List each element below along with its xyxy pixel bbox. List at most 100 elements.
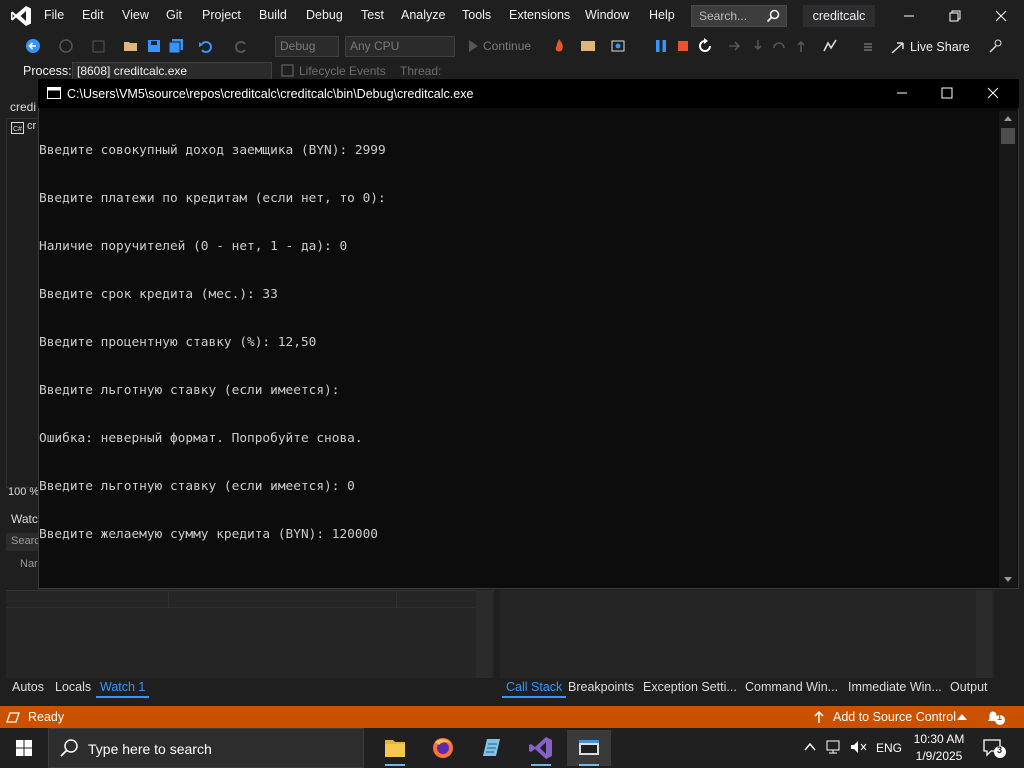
console-app-icon [47,87,61,99]
minimize-icon [904,15,914,17]
menu-extensions[interactable]: Extensions [509,8,570,24]
taskbar-notepad[interactable] [469,730,513,766]
configuration-combo[interactable]: Debug [275,36,339,57]
tab-call-stack[interactable]: Call Stack [502,680,567,698]
tab-locals[interactable]: Locals [55,680,91,694]
taskbar-visual-studio[interactable] [519,730,563,766]
console-minimize-button[interactable] [884,81,920,105]
watch-search-input[interactable]: Searc [6,533,40,551]
menu-tools[interactable]: Tools [462,8,491,24]
zoom-level[interactable]: 100 % [8,486,39,498]
console-line: Введите желаемую сумму кредита (BYN): 12… [39,527,378,542]
toolbar-options-icon[interactable] [860,38,876,54]
console-close-button[interactable] [975,81,1011,105]
break-all-icon[interactable] [653,38,669,54]
continue-play-icon[interactable] [465,38,481,54]
navigate-forward-icon[interactable] [58,38,74,54]
search-input[interactable]: Search... [691,5,787,27]
new-project-icon[interactable] [91,38,107,54]
diagnostic-tools-icon[interactable] [822,38,838,54]
live-share-icon[interactable] [890,40,906,56]
menu-test[interactable]: Test [361,8,384,24]
console-scrollbar[interactable] [999,111,1017,587]
minimize-button[interactable] [891,4,927,28]
console-line: Введите совокупный доход заемщика (BYN):… [39,143,386,158]
chevron-up-icon[interactable] [803,740,817,754]
tab-command-window[interactable]: Command Win... [745,680,838,694]
tab-watch-1[interactable]: Watch 1 [96,680,150,698]
menu-git[interactable]: Git [166,8,182,24]
menu-file[interactable]: File [44,8,64,24]
notifications-bell-button[interactable]: 1 [985,709,1007,725]
browse-icon[interactable] [580,38,596,54]
solution-name-badge[interactable]: creditcalc [803,5,875,27]
save-icon[interactable] [146,38,162,54]
save-all-icon[interactable] [168,38,184,54]
watch-name-column-header[interactable]: Nar [20,558,38,570]
taskbar-search-placeholder: Type here to search [88,741,212,757]
lifecycle-events-button[interactable]: Lifecycle Events [299,64,386,78]
watch-scrollbar[interactable] [476,590,492,678]
menu-project[interactable]: Project [202,8,241,24]
show-next-statement-icon[interactable] [727,38,743,54]
console-output[interactable]: Введите совокупный доход заемщика (BYN):… [39,111,997,559]
menu-build[interactable]: Build [259,8,287,24]
lifecycle-events-icon [281,64,294,77]
stop-debugging-icon[interactable] [675,38,691,54]
taskbar-firefox[interactable] [421,730,465,766]
console-line: Введите платежи по кредитам (если нет, т… [39,191,386,206]
add-to-source-control-button[interactable]: Add to Source Control [833,710,956,724]
call-stack-scrollbar[interactable] [976,590,992,678]
step-out-icon[interactable] [793,38,809,54]
hot-reload-icon[interactable] [551,38,567,54]
taskbar-console-host[interactable] [567,730,611,766]
editor-file-tab[interactable]: cr [27,120,36,132]
console-line: Наличие поручителей (0 - нет, 1 - да): 0 [39,239,348,254]
start-button[interactable] [0,728,48,768]
console-line: Введите срок кредита (мес.): 33 [39,287,278,302]
call-stack-grid[interactable] [500,590,994,678]
menu-debug[interactable]: Debug [306,8,343,24]
action-center-button[interactable]: 3 [982,737,1008,759]
chevron-up-icon [957,714,967,720]
menu-edit[interactable]: Edit [82,8,104,24]
tab-immediate-window[interactable]: Immediate Win... [848,680,942,694]
tab-breakpoints[interactable]: Breakpoints [568,680,634,694]
process-combo[interactable]: [8608] creditcalc.exe [72,62,272,80]
code-editor[interactable] [6,118,40,488]
input-language[interactable]: ENG [876,741,902,755]
menu-help[interactable]: Help [649,8,675,24]
open-folder-icon[interactable] [123,38,139,54]
restore-button[interactable] [937,4,973,28]
menu-window[interactable]: Window [585,8,629,24]
feedback-icon[interactable] [988,38,1004,54]
taskbar-file-explorer[interactable] [373,730,417,766]
console-line: Введите льготную ставку (если имеется): [39,383,340,398]
tab-output[interactable]: Output [950,680,988,694]
live-share-button[interactable]: Live Share [910,40,970,54]
close-button[interactable] [983,4,1019,28]
screenshot-tool-icon[interactable] [610,38,626,54]
console-scroll-thumb[interactable] [1001,128,1015,144]
tab-exception-settings[interactable]: Exception Setti... [643,680,737,694]
continue-button-label[interactable]: Continue [483,39,531,53]
restart-icon[interactable] [697,38,713,54]
tab-autos[interactable]: Autos [12,680,44,694]
document-tab[interactable]: credi [0,98,40,116]
redo-icon[interactable] [233,38,249,54]
clock-date[interactable]: 1/9/2025 [913,749,965,763]
platform-combo[interactable]: Any CPU [345,36,455,57]
network-icon[interactable] [826,739,844,755]
visual-studio-logo-icon[interactable] [10,5,32,27]
watch-grid[interactable] [6,590,494,678]
menu-view[interactable]: View [122,8,149,24]
menu-analyze[interactable]: Analyze [401,8,445,24]
volume-muted-icon[interactable] [850,739,868,755]
step-into-icon[interactable] [750,38,766,54]
search-placeholder: Search... [699,9,748,23]
step-over-icon[interactable] [771,38,787,54]
clock-time[interactable]: 10:30 AM [913,732,965,746]
undo-icon[interactable] [198,38,214,54]
console-maximize-button[interactable] [929,81,965,105]
navigate-back-icon[interactable] [25,38,41,54]
